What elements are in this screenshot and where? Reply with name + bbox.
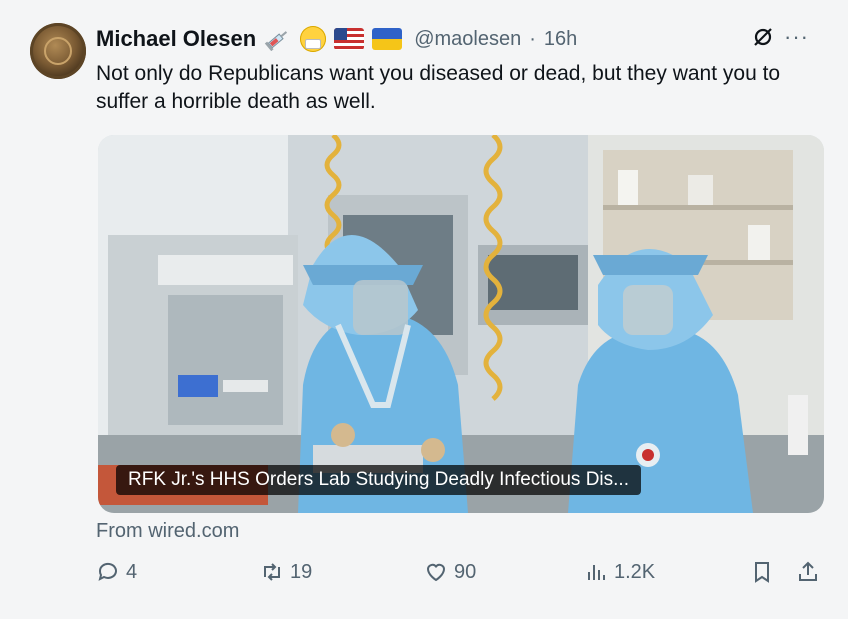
- repost-button[interactable]: 19: [260, 560, 312, 584]
- views-button[interactable]: 1.2K: [584, 560, 655, 584]
- more-options-icon[interactable]: ···: [784, 26, 809, 48]
- bookmark-button[interactable]: [750, 560, 774, 584]
- reply-count: 4: [126, 560, 138, 583]
- heart-icon: [426, 563, 446, 582]
- views-icon: [588, 565, 605, 580]
- ukraine-flag-icon: [372, 27, 403, 51]
- avatar[interactable]: [30, 23, 86, 79]
- reply-button[interactable]: 4: [96, 560, 137, 584]
- tweet[interactable]: Michael Olesen @maolesen · 16h ··· Not o…: [0, 0, 848, 619]
- share-button[interactable]: [796, 560, 820, 584]
- post-time[interactable]: 16h: [544, 28, 577, 51]
- avatar-emblem: [44, 37, 72, 65]
- article-headline[interactable]: RFK Jr.'s HHS Orders Lab Studying Deadly…: [116, 465, 641, 495]
- repost-count: 19: [290, 560, 313, 583]
- link-source[interactable]: From wired.com: [96, 520, 239, 543]
- view-count: 1.2K: [614, 560, 656, 583]
- article-image: [98, 135, 824, 513]
- author-name[interactable]: Michael Olesen: [96, 26, 256, 52]
- separator-dot: ·: [529, 27, 536, 50]
- tweet-text: Not only do Republicans want you disease…: [96, 62, 781, 113]
- syringe-icon: [264, 27, 292, 51]
- grok-icon[interactable]: [752, 26, 774, 48]
- action-bar: 4 19 90 1.2K: [96, 560, 836, 592]
- author-handle[interactable]: @maolesen: [414, 28, 521, 51]
- repost-icon: [264, 563, 280, 581]
- share-icon: [799, 561, 817, 581]
- like-button[interactable]: 90: [424, 560, 476, 584]
- header-actions: ···: [752, 26, 809, 48]
- like-count: 90: [454, 560, 477, 583]
- link-card[interactable]: RFK Jr.'s HHS Orders Lab Studying Deadly…: [98, 135, 824, 513]
- bookmark-icon: [755, 562, 769, 583]
- face-with-mask-icon: [300, 26, 327, 52]
- tweet-header: Michael Olesen @maolesen · 16h: [96, 24, 577, 54]
- us-flag-icon: [334, 27, 365, 51]
- reply-icon: [98, 562, 117, 581]
